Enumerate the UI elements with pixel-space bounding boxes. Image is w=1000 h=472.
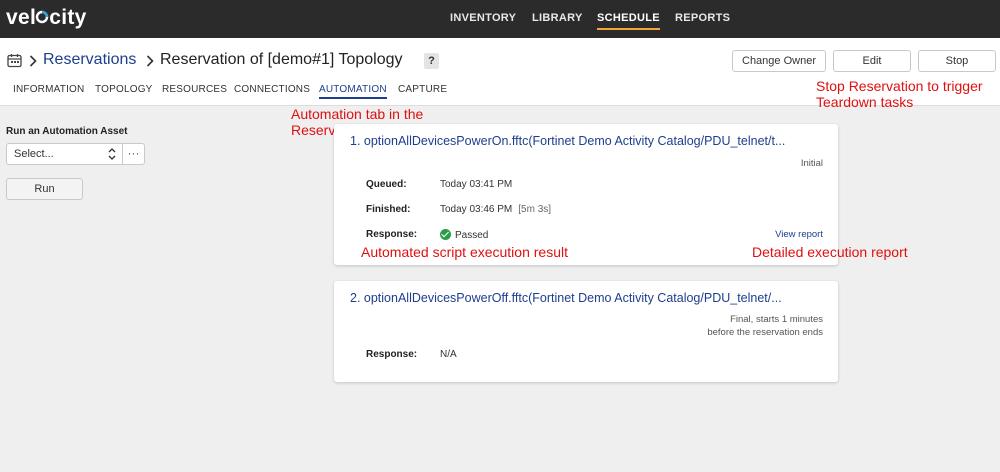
- select-value: Select...: [14, 148, 54, 160]
- annotation-tab-line1: Automation tab in the: [291, 106, 424, 122]
- tab-topology[interactable]: TOPOLOGY: [95, 84, 153, 95]
- check-circle-icon: [440, 229, 451, 240]
- nav-reports[interactable]: REPORTS: [675, 12, 730, 24]
- response-row: Passed: [440, 229, 488, 241]
- logo-o: o: [35, 6, 49, 30]
- run-button[interactable]: Run: [6, 178, 83, 200]
- chevron-up-down-icon: [108, 148, 116, 160]
- calendar-icon: [7, 54, 22, 68]
- execution-state: Initial: [800, 158, 823, 169]
- chevron-right-icon: [29, 55, 37, 67]
- more-options-button[interactable]: ···: [122, 143, 145, 165]
- breadcrumb-reservations[interactable]: Reservations: [43, 51, 136, 69]
- automation-asset-select[interactable]: Select...: [6, 143, 123, 165]
- view-report-link[interactable]: View report: [775, 229, 823, 240]
- logo-text-suffix: city: [49, 6, 87, 29]
- velocity-logo[interactable]: velocity: [6, 6, 87, 30]
- queued-label: Queued:: [366, 179, 407, 190]
- tab-automation[interactable]: AUTOMATION: [319, 84, 387, 99]
- finished-label: Finished:: [366, 204, 411, 215]
- tab-capture[interactable]: CAPTURE: [398, 84, 447, 95]
- duration-value: [5m 3s]: [518, 204, 552, 215]
- logo-swirl-icon: [35, 10, 49, 24]
- response-value: N/A: [440, 349, 457, 360]
- page-title: Reservation of [demo#1] Topology: [160, 51, 403, 68]
- top-nav-bar: velocity INVENTORY LIBRARY SCHEDULE REPO…: [0, 0, 1000, 38]
- change-owner-button[interactable]: Change Owner: [732, 50, 826, 72]
- finished-value: Today 03:46 PM: [440, 204, 513, 215]
- execution-state-line2: before the reservation ends: [707, 327, 823, 338]
- annotation-result: Automated script execution result: [361, 244, 568, 260]
- edit-button[interactable]: Edit: [833, 50, 911, 72]
- execution-card: 2. optionAllDevicesPowerOff.fftc(Fortine…: [334, 281, 838, 382]
- chevron-right-icon: [146, 55, 154, 67]
- logo-text-prefix: vel: [6, 6, 37, 29]
- response-label: Response:: [366, 229, 418, 240]
- execution-title[interactable]: 1. optionAllDevicesPowerOn.fftc(Fortinet…: [350, 134, 826, 148]
- help-icon[interactable]: ?: [424, 53, 439, 69]
- run-automation-label: Run an Automation Asset: [6, 126, 128, 137]
- execution-state: Final, starts 1 minutes before the reser…: [707, 313, 823, 339]
- queued-value: Today 03:41 PM: [440, 179, 513, 190]
- stop-button[interactable]: Stop: [918, 50, 996, 72]
- annotation-stop-line1: Stop Reservation to trigger: [816, 78, 983, 94]
- tab-connections[interactable]: CONNECTIONS: [234, 84, 310, 95]
- response-label: Response:: [366, 349, 418, 360]
- response-value: Passed: [455, 230, 489, 241]
- nav-library[interactable]: LIBRARY: [532, 12, 583, 24]
- annotation-report: Detailed execution report: [752, 244, 908, 260]
- execution-title[interactable]: 2. optionAllDevicesPowerOff.fftc(Fortine…: [350, 291, 826, 305]
- tab-resources[interactable]: RESOURCES: [162, 84, 227, 95]
- annotation-stop: Stop Reservation to trigger Teardown tas…: [816, 78, 983, 110]
- finished-row: Today 03:46 PM [5m 3s]: [440, 204, 551, 215]
- nav-inventory[interactable]: INVENTORY: [450, 12, 516, 24]
- execution-state-line1: Final, starts 1 minutes: [730, 314, 823, 325]
- nav-schedule[interactable]: SCHEDULE: [597, 12, 660, 30]
- annotation-stop-line2: Teardown tasks: [816, 94, 914, 110]
- tab-information[interactable]: INFORMATION: [13, 84, 84, 95]
